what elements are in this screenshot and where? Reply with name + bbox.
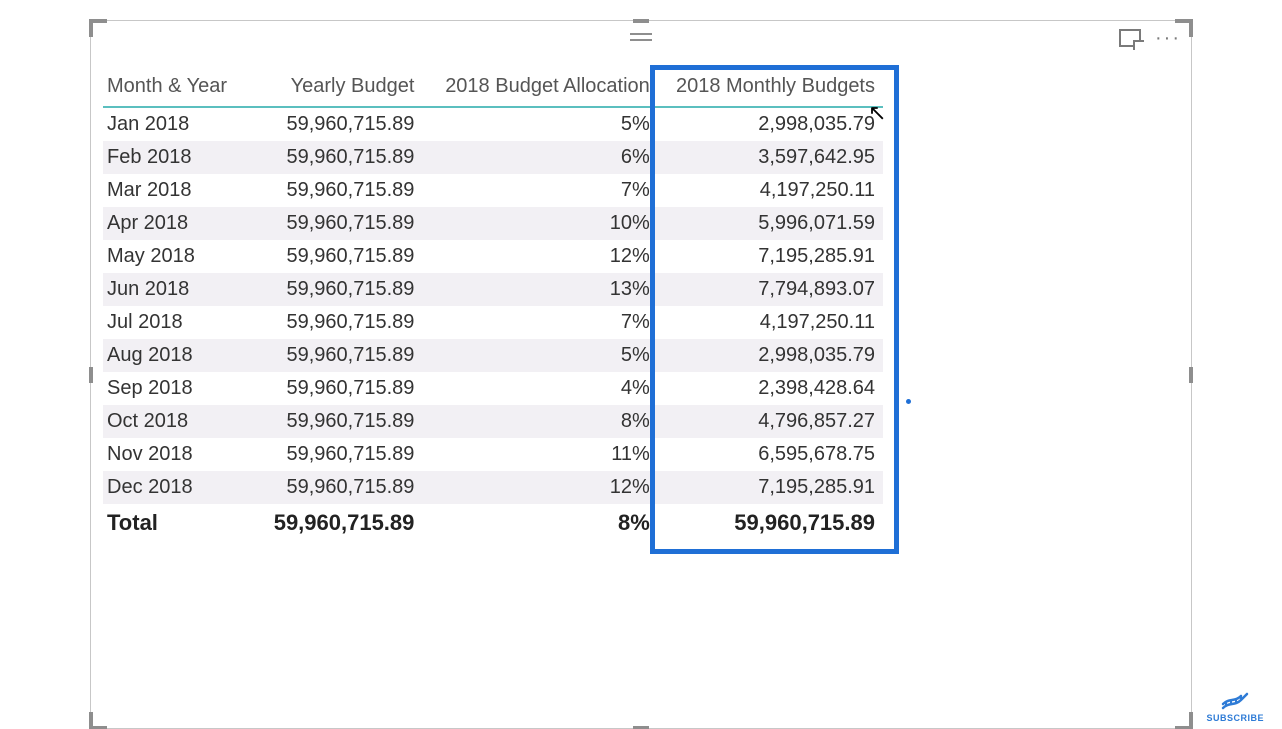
cell-yearly-budget: 59,960,715.89: [238, 372, 422, 405]
cell-yearly-budget: 59,960,715.89: [238, 273, 422, 306]
col-header-month-year[interactable]: Month & Year: [103, 71, 238, 107]
table-total-row: Total 59,960,715.89 8% 59,960,715.89: [103, 504, 883, 542]
budget-table-container: Month & Year Yearly Budget 2018 Budget A…: [103, 71, 883, 542]
cell-allocation: 8%: [422, 405, 657, 438]
total-yearly-budget: 59,960,715.89: [238, 504, 422, 542]
dna-icon: [1220, 691, 1250, 711]
col-header-yearly-budget[interactable]: Yearly Budget: [238, 71, 422, 107]
cell-yearly-budget: 59,960,715.89: [238, 405, 422, 438]
cell-monthly-budget: 2,998,035.79: [658, 339, 883, 372]
cell-allocation: 5%: [422, 107, 657, 141]
resize-handle-top[interactable]: [633, 19, 649, 23]
drag-handle-icon[interactable]: [630, 33, 652, 41]
resize-handle-right[interactable]: [1189, 367, 1193, 383]
resize-handle-br[interactable]: [1175, 712, 1193, 729]
cell-month-year: Jun 2018: [103, 273, 238, 306]
total-monthly-budget: 59,960,715.89: [658, 504, 883, 542]
cell-yearly-budget: 59,960,715.89: [238, 240, 422, 273]
cell-monthly-budget: 7,794,893.07: [658, 273, 883, 306]
table-row[interactable]: Sep 201859,960,715.894%2,398,428.64: [103, 372, 883, 405]
cell-monthly-budget: 2,998,035.79: [658, 107, 883, 141]
cell-month-year: Mar 2018: [103, 174, 238, 207]
more-options-icon[interactable]: ···: [1155, 33, 1181, 43]
table-row[interactable]: Apr 201859,960,715.8910%5,996,071.59: [103, 207, 883, 240]
cell-month-year: May 2018: [103, 240, 238, 273]
cell-allocation: 12%: [422, 471, 657, 504]
cell-yearly-budget: 59,960,715.89: [238, 471, 422, 504]
table-row[interactable]: Jul 201859,960,715.897%4,197,250.11: [103, 306, 883, 339]
cell-allocation: 10%: [422, 207, 657, 240]
table-row[interactable]: May 201859,960,715.8912%7,195,285.91: [103, 240, 883, 273]
cell-yearly-budget: 59,960,715.89: [238, 107, 422, 141]
cell-allocation: 13%: [422, 273, 657, 306]
cell-allocation: 5%: [422, 339, 657, 372]
cell-allocation: 11%: [422, 438, 657, 471]
col-header-monthly-budget[interactable]: 2018 Monthly Budgets: [658, 71, 883, 107]
table-row[interactable]: Oct 201859,960,715.898%4,796,857.27: [103, 405, 883, 438]
table-row[interactable]: Dec 201859,960,715.8912%7,195,285.91: [103, 471, 883, 504]
cell-monthly-budget: 3,597,642.95: [658, 141, 883, 174]
cell-month-year: Jul 2018: [103, 306, 238, 339]
table-row[interactable]: Aug 201859,960,715.895%2,998,035.79: [103, 339, 883, 372]
cell-yearly-budget: 59,960,715.89: [238, 306, 422, 339]
cell-month-year: Apr 2018: [103, 207, 238, 240]
resize-handle-bl[interactable]: [89, 712, 107, 729]
subscribe-label: SUBSCRIBE: [1206, 713, 1264, 723]
cell-yearly-budget: 59,960,715.89: [238, 339, 422, 372]
cell-yearly-budget: 59,960,715.89: [238, 174, 422, 207]
cell-monthly-budget: 7,195,285.91: [658, 471, 883, 504]
cell-monthly-budget: 4,197,250.11: [658, 306, 883, 339]
cell-month-year: Dec 2018: [103, 471, 238, 504]
table-header-row: Month & Year Yearly Budget 2018 Budget A…: [103, 71, 883, 107]
cell-allocation: 7%: [422, 174, 657, 207]
resize-handle-tl[interactable]: [89, 19, 107, 37]
budget-table[interactable]: Month & Year Yearly Budget 2018 Budget A…: [103, 71, 883, 542]
cell-monthly-budget: 4,197,250.11: [658, 174, 883, 207]
cell-month-year: Nov 2018: [103, 438, 238, 471]
total-allocation: 8%: [422, 504, 657, 542]
cell-monthly-budget: 2,398,428.64: [658, 372, 883, 405]
cell-month-year: Aug 2018: [103, 339, 238, 372]
cell-month-year: Feb 2018: [103, 141, 238, 174]
table-row[interactable]: Jun 201859,960,715.8913%7,794,893.07: [103, 273, 883, 306]
cell-allocation: 4%: [422, 372, 657, 405]
cell-yearly-budget: 59,960,715.89: [238, 141, 422, 174]
cell-month-year: Jan 2018: [103, 107, 238, 141]
focus-mode-icon[interactable]: [1119, 29, 1141, 47]
resize-handle-left[interactable]: [89, 367, 93, 383]
table-row[interactable]: Nov 201859,960,715.8911%6,595,678.75: [103, 438, 883, 471]
table-row[interactable]: Mar 201859,960,715.897%4,197,250.11: [103, 174, 883, 207]
table-row[interactable]: Feb 201859,960,715.896%3,597,642.95: [103, 141, 883, 174]
total-label: Total: [103, 504, 238, 542]
cell-month-year: Oct 2018: [103, 405, 238, 438]
subscribe-badge[interactable]: SUBSCRIBE: [1206, 691, 1264, 723]
cell-yearly-budget: 59,960,715.89: [238, 438, 422, 471]
col-header-allocation[interactable]: 2018 Budget Allocation: [422, 71, 657, 107]
cell-allocation: 7%: [422, 306, 657, 339]
table-row[interactable]: Jan 201859,960,715.895%2,998,035.79: [103, 107, 883, 141]
cell-allocation: 12%: [422, 240, 657, 273]
visual-frame[interactable]: ··· Month & Year Yearly Budget 2018 Budg…: [90, 20, 1192, 729]
cell-monthly-budget: 6,595,678.75: [658, 438, 883, 471]
cell-monthly-budget: 7,195,285.91: [658, 240, 883, 273]
cell-yearly-budget: 59,960,715.89: [238, 207, 422, 240]
cell-month-year: Sep 2018: [103, 372, 238, 405]
cell-monthly-budget: 4,796,857.27: [658, 405, 883, 438]
cell-allocation: 6%: [422, 141, 657, 174]
table-body: Jan 201859,960,715.895%2,998,035.79Feb 2…: [103, 107, 883, 504]
cell-monthly-budget: 5,996,071.59: [658, 207, 883, 240]
decorative-dot: [906, 399, 911, 404]
